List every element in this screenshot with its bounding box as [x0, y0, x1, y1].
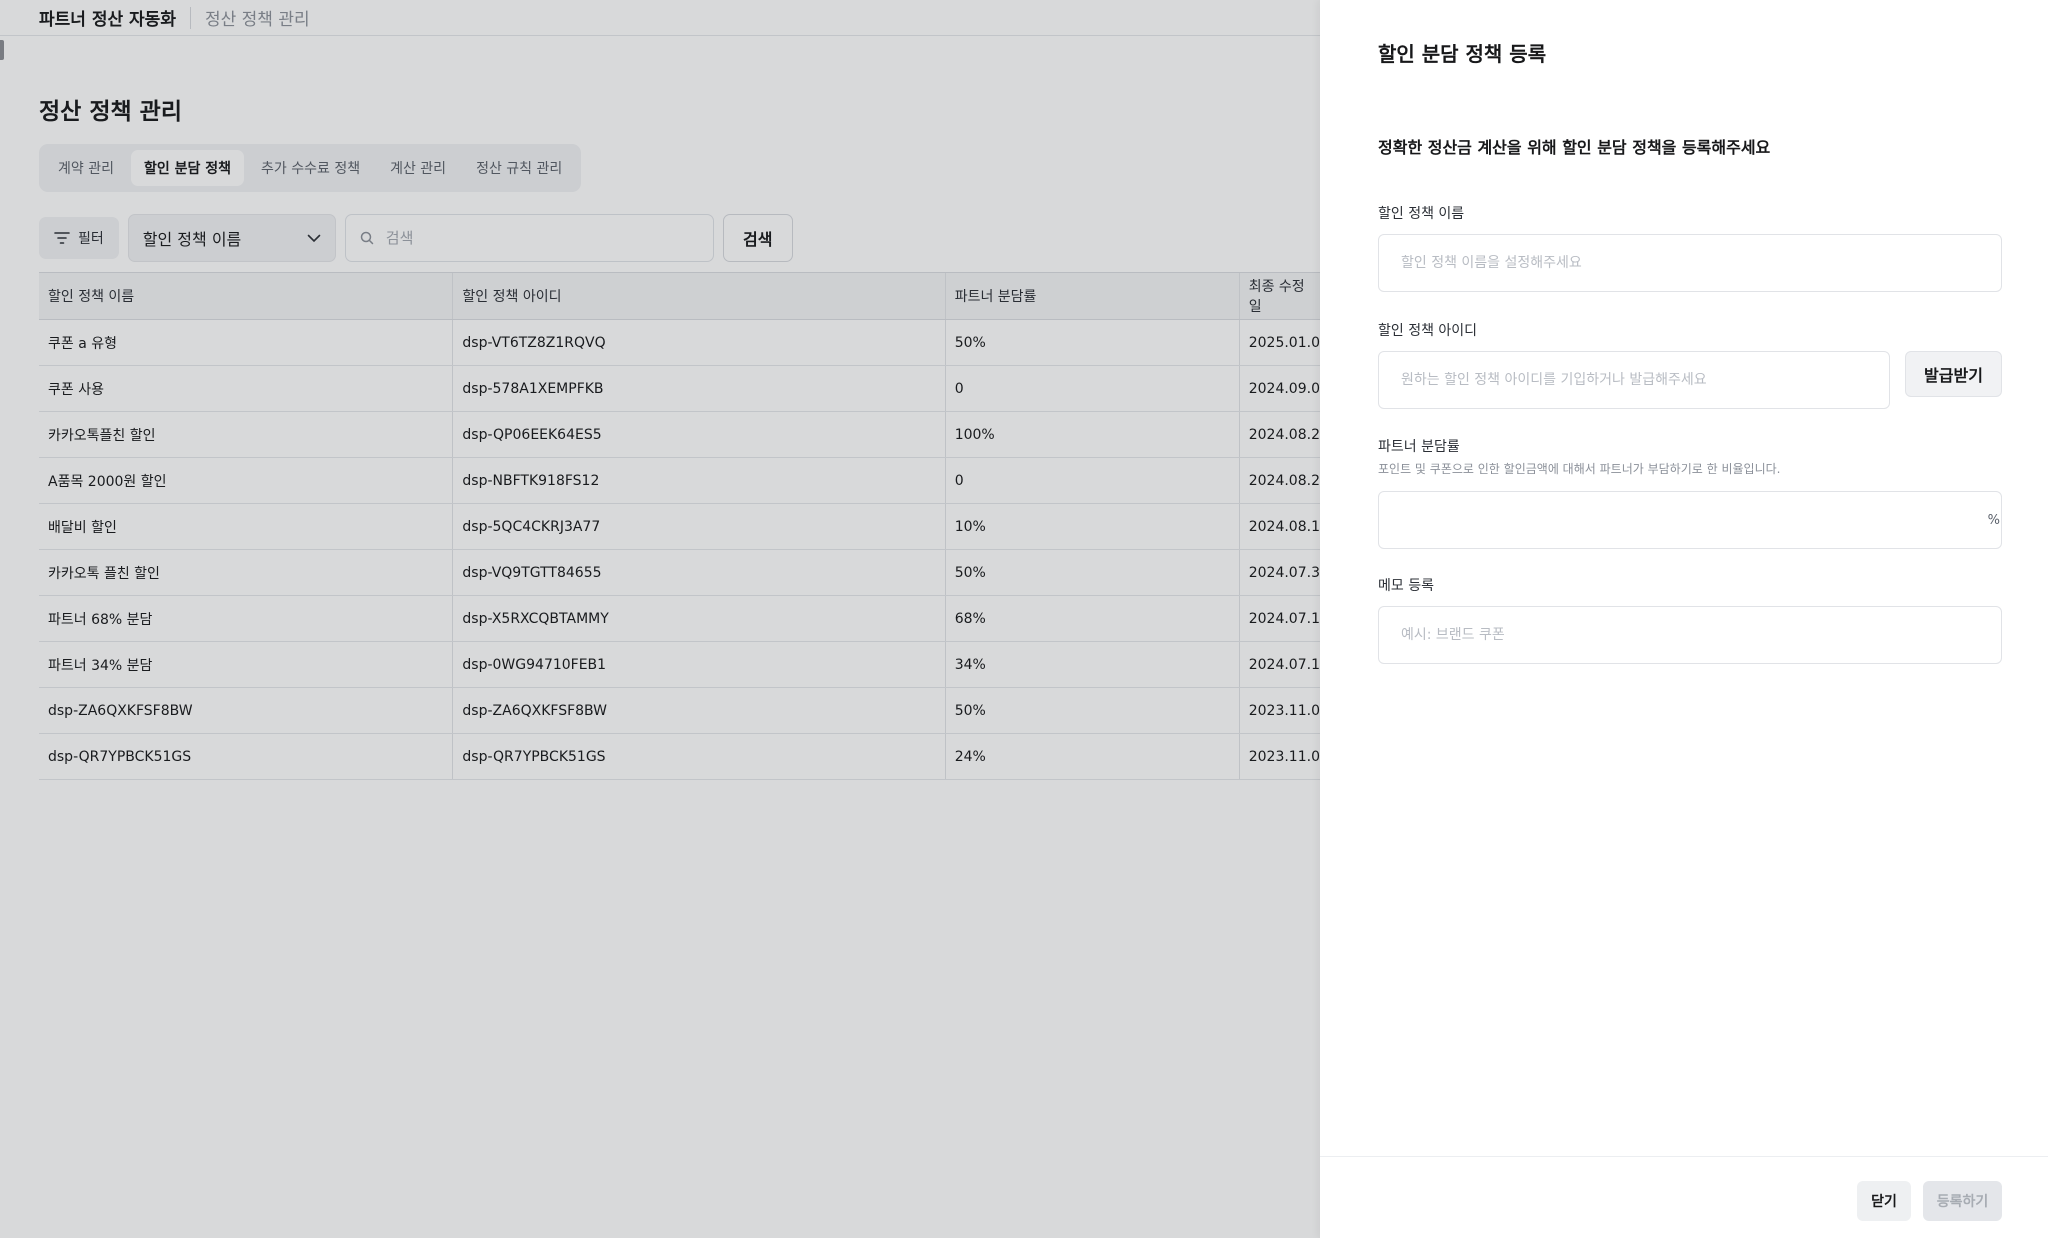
issue-id-button[interactable]: 발급받기	[1905, 351, 2002, 397]
drawer-footer: 닫기 등록하기	[1320, 1156, 2048, 1238]
partner-rate-help: 포인트 및 쿠폰으로 인한 할인금액에 대해서 파트너가 부담하기로 한 비율입…	[1378, 462, 1781, 476]
drawer-title: 할인 분담 정책 등록	[1378, 42, 1547, 66]
close-button[interactable]: 닫기	[1857, 1181, 1911, 1221]
policy-id-field-wrap	[1378, 351, 1890, 409]
memo-label: 메모 등록	[1378, 578, 1434, 594]
policy-id-label: 할인 정책 아이디	[1378, 323, 1478, 339]
policy-name-field-wrap	[1378, 234, 2002, 292]
partner-rate-input[interactable]	[1401, 512, 1979, 528]
drawer-subtitle: 정확한 정산금 계산을 위해 할인 분담 정책을 등록해주세요	[1378, 138, 1771, 157]
percent-unit: %	[1987, 512, 2000, 528]
submit-button[interactable]: 등록하기	[1923, 1181, 2002, 1221]
memo-field-wrap	[1378, 606, 2002, 664]
modal-backdrop[interactable]	[0, 0, 1320, 1238]
partner-rate-label: 파트너 분담률	[1378, 439, 1460, 455]
policy-name-input[interactable]	[1401, 255, 1979, 271]
policy-id-input[interactable]	[1401, 372, 1867, 388]
register-policy-drawer: 할인 분담 정책 등록 정확한 정산금 계산을 위해 할인 분담 정책을 등록해…	[1320, 0, 2048, 1238]
policy-name-label: 할인 정책 이름	[1378, 206, 1465, 222]
partner-rate-field-wrap: %	[1378, 491, 2002, 549]
memo-input[interactable]	[1401, 627, 1979, 643]
